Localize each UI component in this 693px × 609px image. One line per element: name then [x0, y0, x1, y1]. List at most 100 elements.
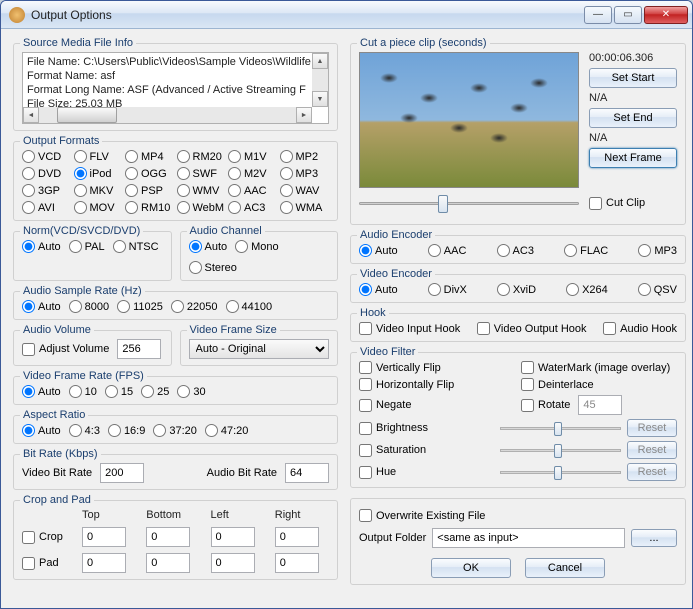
radio-dvd[interactable]: DVD [22, 167, 72, 180]
radio-43[interactable]: 4:3 [69, 424, 100, 437]
horizontally-flip-checkbox[interactable]: Horizontally Flip [359, 378, 515, 391]
crop-left-input[interactable] [211, 527, 255, 547]
radio-4720[interactable]: 47:20 [205, 424, 249, 437]
radio-25[interactable]: 25 [141, 385, 169, 398]
radio-44100[interactable]: 44100 [226, 300, 273, 313]
scroll-right-icon[interactable]: ► [296, 107, 312, 123]
radio-mov[interactable]: MOV [74, 201, 124, 214]
radio-mono[interactable]: Mono [235, 240, 279, 253]
close-button[interactable]: ✕ [644, 6, 688, 24]
radio-auto[interactable]: Auto [22, 385, 61, 398]
radio-11025[interactable]: 11025 [117, 300, 163, 313]
file-info-box[interactable]: File Name: C:\Users\Public\Videos\Sample… [22, 52, 329, 124]
brightness-checkbox[interactable]: Brightness [359, 422, 494, 435]
radio-divx[interactable]: DivX [428, 283, 467, 296]
vertically-flip-checkbox[interactable]: Vertically Flip [359, 361, 515, 374]
overwrite-checkbox[interactable]: Overwrite Existing File [359, 509, 677, 522]
cancel-button[interactable]: Cancel [525, 558, 605, 578]
scroll-up-icon[interactable]: ▲ [312, 53, 328, 69]
scroll-thumb[interactable] [57, 107, 117, 123]
radio-pal[interactable]: PAL [69, 240, 105, 253]
negate-checkbox[interactable]: Negate [359, 395, 515, 415]
rotate-checkbox[interactable]: Rotate [521, 399, 570, 412]
watermark-checkbox[interactable]: WaterMark (image overlay) [521, 361, 677, 374]
video-input-hook-checkbox[interactable]: Video Input Hook [359, 322, 460, 335]
audio-bitrate-input[interactable] [285, 463, 329, 483]
radio-vcd[interactable]: VCD [22, 150, 72, 163]
radio-flac[interactable]: FLAC [564, 244, 608, 257]
adjust-volume-checkbox[interactable]: Adjust Volume [22, 343, 109, 356]
radio-mkv[interactable]: MKV [74, 184, 124, 197]
saturation-checkbox[interactable]: Saturation [359, 444, 494, 457]
radio-m2v[interactable]: M2V [228, 167, 278, 180]
set-end-button[interactable]: Set End [589, 108, 677, 128]
scroll-down-icon[interactable]: ▼ [312, 91, 328, 107]
radio-aac[interactable]: AAC [228, 184, 278, 197]
radio-22050[interactable]: 22050 [171, 300, 218, 313]
radio-30[interactable]: 30 [177, 385, 205, 398]
radio-xvid[interactable]: XviD [497, 283, 536, 296]
horizontal-scrollbar[interactable]: ◄ ► [23, 107, 312, 123]
radio-10[interactable]: 10 [69, 385, 97, 398]
radio-stereo[interactable]: Stereo [189, 261, 237, 274]
radio-ac3[interactable]: AC3 [228, 201, 278, 214]
deinterlace-checkbox[interactable]: Deinterlace [521, 378, 677, 391]
radio-swf[interactable]: SWF [177, 167, 227, 180]
radio-3720[interactable]: 37:20 [153, 424, 197, 437]
radio-15[interactable]: 15 [105, 385, 133, 398]
next-frame-button[interactable]: Next Frame [589, 148, 677, 168]
browse-button[interactable]: ... [631, 529, 677, 547]
saturation-slider[interactable] [500, 442, 621, 458]
crop-checkbox[interactable]: Crop [22, 531, 72, 544]
pad-checkbox[interactable]: Pad [22, 557, 72, 570]
radio-ipod[interactable]: iPod [74, 167, 124, 180]
radio-auto[interactable]: Auto [189, 240, 228, 253]
radio-wma[interactable]: WMA [280, 201, 330, 214]
radio-qsv[interactable]: QSV [638, 283, 677, 296]
radio-ogg[interactable]: OGG [125, 167, 175, 180]
radio-auto[interactable]: Auto [22, 300, 61, 313]
radio-mp4[interactable]: MP4 [125, 150, 175, 163]
crop-right-input[interactable] [275, 527, 319, 547]
scroll-left-icon[interactable]: ◄ [23, 107, 39, 123]
frame-size-select[interactable]: Auto - Original [189, 339, 330, 359]
radio-8000[interactable]: 8000 [69, 300, 109, 313]
radio-ac3[interactable]: AC3 [497, 244, 534, 257]
radio-psp[interactable]: PSP [125, 184, 175, 197]
set-start-button[interactable]: Set Start [589, 68, 677, 88]
pad-top-input[interactable] [82, 553, 126, 573]
radio-mp3[interactable]: MP3 [280, 167, 330, 180]
pad-right-input[interactable] [275, 553, 319, 573]
pad-bottom-input[interactable] [146, 553, 190, 573]
cut-clip-checkbox[interactable]: Cut Clip [589, 197, 677, 210]
radio-x264[interactable]: X264 [566, 283, 608, 296]
pad-left-input[interactable] [211, 553, 255, 573]
radio-auto[interactable]: Auto [22, 424, 61, 437]
output-folder-input[interactable] [432, 528, 625, 548]
radio-auto[interactable]: Auto [359, 283, 398, 296]
radio-rm10[interactable]: RM10 [125, 201, 175, 214]
radio-mp3[interactable]: MP3 [638, 244, 677, 257]
radio-avi[interactable]: AVI [22, 201, 72, 214]
hue-slider[interactable] [500, 464, 621, 480]
crop-top-input[interactable] [82, 527, 126, 547]
vertical-scrollbar[interactable]: ▲ ▼ [312, 53, 328, 107]
radio-wav[interactable]: WAV [280, 184, 330, 197]
radio-mp2[interactable]: MP2 [280, 150, 330, 163]
hue-checkbox[interactable]: Hue [359, 466, 494, 479]
maximize-button[interactable]: ▭ [614, 6, 642, 24]
video-output-hook-checkbox[interactable]: Video Output Hook [477, 322, 587, 335]
minimize-button[interactable]: — [584, 6, 612, 24]
clip-slider[interactable] [359, 192, 579, 214]
volume-input[interactable] [117, 339, 161, 359]
radio-169[interactable]: 16:9 [108, 424, 145, 437]
radio-webm[interactable]: WebM [177, 201, 227, 214]
ok-button[interactable]: OK [431, 558, 511, 578]
radio-m1v[interactable]: M1V [228, 150, 278, 163]
radio-ntsc[interactable]: NTSC [113, 240, 159, 253]
video-bitrate-input[interactable] [100, 463, 144, 483]
radio-rm20[interactable]: RM20 [177, 150, 227, 163]
audio-hook-checkbox[interactable]: Audio Hook [603, 322, 677, 335]
brightness-slider[interactable] [500, 420, 621, 436]
crop-bottom-input[interactable] [146, 527, 190, 547]
